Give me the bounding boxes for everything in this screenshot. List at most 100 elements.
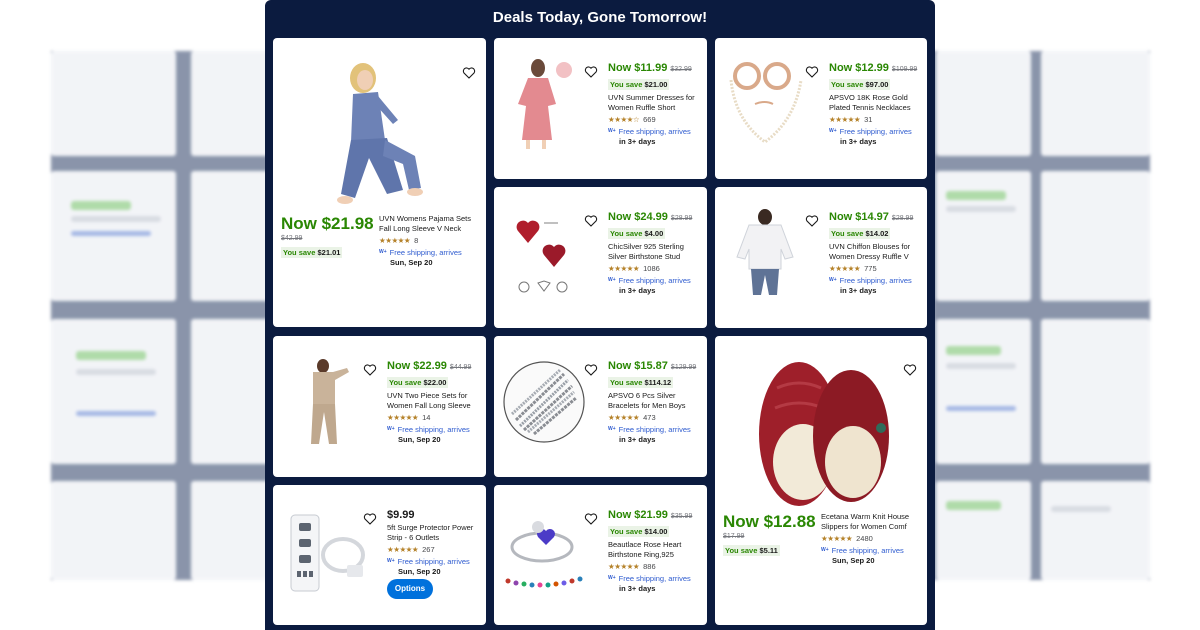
savings-amount: $5.11: [759, 546, 778, 555]
review-count: 669: [643, 115, 656, 124]
review-count: 267: [422, 545, 435, 554]
product-title[interactable]: Ecetana Warm Knit House Slippers for Wom…: [821, 512, 921, 531]
heart-icon[interactable]: [584, 363, 598, 377]
savings-label: You save: [389, 378, 422, 387]
product-card-power-strip[interactable]: $9.99 5ft Surge Protector Power Strip - …: [273, 485, 486, 625]
product-rating: ★★★★★ 1086: [608, 264, 703, 273]
savings-label: You save: [610, 229, 643, 238]
product-title[interactable]: UVN Two Piece Sets for Women Fall Long S…: [387, 391, 482, 410]
savings-badge: You save $114.12: [608, 377, 674, 388]
shipping-text: Free shipping, arrives: [389, 248, 462, 257]
original-price: $28.99: [891, 215, 914, 222]
stars-icon: ★★★★★: [829, 115, 861, 124]
sale-price: Now $22.99: [387, 360, 447, 372]
product-title[interactable]: ChicSilver 925 Sterling Silver Birthston…: [608, 242, 703, 261]
heart-icon[interactable]: [462, 66, 476, 80]
product-rating: ★★★★★ 267: [387, 545, 482, 554]
shipping-text: Free shipping, arrives: [618, 425, 691, 434]
shipping-info: W+ Free shipping, arrives Sun, Sep 20: [387, 425, 482, 444]
heart-icon[interactable]: [805, 65, 819, 79]
options-button[interactable]: Options: [387, 579, 433, 599]
product-rating: ★★★★★ 886: [608, 562, 703, 571]
white-blouse-image[interactable]: [735, 209, 797, 297]
product-card-pajama-set[interactable]: Now $21.98 $42.99 You save $21.01 UVN Wo…: [273, 38, 486, 327]
stars-icon: ★★★★★: [387, 413, 419, 422]
sale-price: Now $12.99: [829, 62, 889, 74]
delivery-date: in 3+ days: [619, 583, 656, 593]
delivery-date: in 3+ days: [619, 434, 656, 444]
shipping-info: W+ Free shipping, arrives in 3+ days: [829, 276, 924, 295]
savings-amount: $14.02: [865, 229, 889, 238]
shipping-text: Free shipping, arrives: [618, 127, 691, 136]
product-title[interactable]: UVN Chiffon Blouses for Women Dressy Ruf…: [829, 242, 924, 261]
review-count: 1086: [643, 264, 660, 273]
delivery-date: in 3+ days: [619, 285, 656, 295]
original-price: $35.99: [670, 513, 693, 520]
product-card-ring[interactable]: Now $21.99 $35.99 You save $14.00 Beautla…: [494, 485, 707, 625]
woman-pajama-set-image[interactable]: [323, 60, 433, 208]
walmart-plus-icon: W+: [608, 128, 616, 134]
sale-price: Now $11.99: [608, 62, 668, 74]
heart-icon[interactable]: [903, 363, 917, 377]
sale-price: Now $15.87: [608, 360, 668, 372]
pink-dress-image[interactable]: [512, 58, 572, 150]
product-title[interactable]: 5ft Surge Protector Power Strip - 6 Outl…: [387, 523, 482, 542]
stars-icon: ★★★★★: [608, 264, 640, 273]
shipping-text: Free shipping, arrives: [831, 546, 904, 555]
savings-label: You save: [831, 80, 864, 89]
power-strip-image[interactable]: [285, 509, 369, 593]
heart-icon[interactable]: [805, 214, 819, 228]
red-knit-slippers-image[interactable]: [757, 358, 891, 506]
savings-amount: $97.00: [865, 80, 889, 89]
product-title[interactable]: APSVO 6 Pcs Silver Bracelets for Men Boy…: [608, 391, 703, 410]
walmart-plus-icon: W+: [829, 128, 837, 134]
heart-icon[interactable]: [584, 214, 598, 228]
deals-modal: Deals Today, Gone Tomorrow! Now $21.98 $…: [265, 0, 935, 630]
walmart-plus-icon: W+: [387, 558, 395, 564]
pearl-necklace-image[interactable]: [725, 60, 805, 150]
stars-icon: ★★★★☆: [608, 115, 640, 124]
product-rating: ★★★★★ 2480: [821, 534, 921, 543]
sale-price: Now $21.98: [281, 214, 374, 233]
product-card-pink-dress[interactable]: Now $11.99 $32.99 You save $21.00 UVN Sum…: [494, 38, 707, 179]
original-price: $28.99: [670, 215, 693, 222]
product-title[interactable]: Beautlace Rose Heart Birthstone Ring,925: [608, 540, 703, 559]
heart-icon[interactable]: [584, 65, 598, 79]
savings-badge: You save $97.00: [829, 79, 891, 90]
sale-price: Now $24.99: [608, 211, 668, 223]
product-rating: ★★★★★ 31: [829, 115, 924, 124]
savings-label: You save: [610, 527, 643, 536]
review-count: 886: [643, 562, 656, 571]
silver-bracelets-image[interactable]: [502, 360, 586, 444]
product-card-necklace[interactable]: Now $12.99 $109.99 You save $97.00 APSVO …: [715, 38, 927, 179]
product-title[interactable]: UVN Summer Dresses for Women Ruffle Shor…: [608, 93, 703, 112]
heart-stud-earrings-image[interactable]: [514, 211, 574, 295]
sale-price: Now $21.99: [608, 509, 668, 521]
shipping-text: Free shipping, arrives: [397, 557, 470, 566]
product-title[interactable]: UVN Womens Pajama Sets Fall Long Sleeve …: [379, 214, 479, 233]
delivery-date: in 3+ days: [619, 136, 656, 146]
product-title[interactable]: APSVO 18K Rose Gold Plated Tennis Neckla…: [829, 93, 924, 112]
heart-icon[interactable]: [363, 363, 377, 377]
savings-amount: $4.00: [644, 229, 664, 238]
product-card-bracelets[interactable]: Now $15.87 $129.99 You save $114.12 APSVO…: [494, 336, 707, 477]
stars-icon: ★★★★★: [387, 545, 419, 554]
product-card-slippers[interactable]: Now $12.88 $17.99 You save $5.11 Ecetana…: [715, 336, 927, 625]
savings-amount: $14.00: [644, 527, 668, 536]
sale-price: Now $12.88: [723, 512, 816, 531]
product-rating: ★★★★★ 14: [387, 413, 482, 422]
sale-price: $9.99: [387, 509, 415, 521]
product-card-jumpsuit[interactable]: Now $22.99 $44.99 You save $22.00 UVN Two…: [273, 336, 486, 477]
product-card-blouse[interactable]: Now $14.97 $28.99 You save $14.02 UVN Chi…: [715, 187, 927, 328]
review-count: 775: [864, 264, 877, 273]
stars-icon: ★★★★★: [608, 413, 640, 422]
savings-badge: You save $4.00: [608, 228, 666, 239]
product-card-earrings[interactable]: Now $24.99 $28.99 You save $4.00 ChicSilv…: [494, 187, 707, 328]
product-rating: ★★★★★ 8: [379, 236, 479, 245]
savings-amount: $21.00: [644, 80, 668, 89]
beige-jumpsuit-image[interactable]: [301, 358, 351, 446]
delivery-date: in 3+ days: [840, 285, 877, 295]
product-rating: ★★★★★ 473: [608, 413, 703, 422]
delivery-date: Sun, Sep 20: [398, 566, 441, 576]
rose-heart-ring-image[interactable]: [502, 511, 588, 591]
